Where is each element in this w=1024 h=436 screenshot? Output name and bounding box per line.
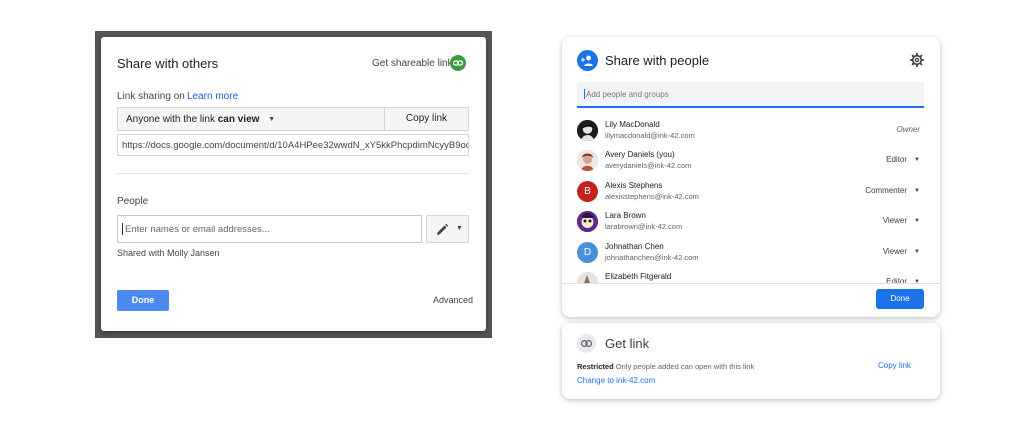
role-label: Viewer <box>882 247 908 256</box>
caret-down-icon: ▼ <box>456 225 463 232</box>
role-dropdown[interactable]: Editor ▼ <box>886 155 920 164</box>
person-row: Lily MacDonald lilymacdonald@ink-42.com … <box>562 117 940 147</box>
pencil-icon <box>437 223 449 235</box>
add-people-input[interactable]: Add people and groups <box>577 82 924 108</box>
person-email: averydaniels@ink-42.com <box>605 161 692 170</box>
role-dropdown[interactable]: Viewer ▼ <box>883 247 920 256</box>
gear-icon[interactable] <box>909 52 925 68</box>
old-share-dialog <box>101 37 486 331</box>
link-restriction-text: Restricted Only people added can open wi… <box>577 362 754 371</box>
person-name: Alexis Stephens <box>605 181 663 190</box>
person-name: Johnathan Chen <box>605 242 664 251</box>
person-row: B Alexis Stephens alexisstephens@ink-42.… <box>562 178 940 208</box>
caret-down-icon: ▼ <box>914 218 920 224</box>
add-people-placeholder: Add people and groups <box>584 89 669 99</box>
get-shareable-link-label[interactable]: Get shareable link <box>372 58 453 69</box>
person-row: D Johnathan Chen johnathanchen@ink-42.co… <box>562 239 940 269</box>
person-name: Lily MacDonald <box>605 120 660 129</box>
shared-with-text: Shared with Molly Jansen <box>117 248 220 258</box>
people-input-placeholder: Enter names or email addresses... <box>122 223 270 235</box>
person-email: lilymacdonald@ink-42.com <box>605 131 695 140</box>
role-dropdown[interactable]: Viewer ▼ <box>883 216 920 225</box>
person-row: Elizabeth Fitgerald Editor ▼ <box>562 269 940 283</box>
share-url-field[interactable]: https://docs.google.com/document/d/10A4H… <box>117 134 469 156</box>
link-access-text: Anyone with the link can view ▼ <box>126 114 275 125</box>
get-link-title: Get link <box>605 336 650 351</box>
role-dropdown[interactable]: Commenter ▼ <box>865 186 920 195</box>
permission-dropdown-button[interactable]: ▼ <box>426 215 469 243</box>
advanced-link[interactable]: Advanced <box>433 295 473 305</box>
avatar <box>577 211 598 232</box>
link-icon <box>577 334 596 353</box>
done-button[interactable]: Done <box>117 290 169 311</box>
link-access-permission: can view <box>217 114 260 125</box>
copy-link-button[interactable]: Copy link <box>385 107 469 131</box>
divider <box>117 173 469 174</box>
link-access-prefix: Anyone with the link <box>126 114 215 125</box>
copy-link-button[interactable]: Copy link <box>878 361 911 370</box>
avatar <box>577 150 598 171</box>
role-label: Editor <box>886 155 908 164</box>
link-access-dropdown[interactable]: Anyone with the link can view ▼ <box>117 107 385 131</box>
people-heading: People <box>117 196 149 207</box>
person-row: Avery Daniels (you) averydaniels@ink-42.… <box>562 147 940 177</box>
avatar-letter: D <box>583 247 592 258</box>
divider <box>562 283 940 284</box>
done-button[interactable]: Done <box>876 289 924 309</box>
avatar <box>577 120 598 141</box>
role-label: Commenter <box>865 186 908 195</box>
learn-more-link[interactable]: Learn more <box>187 91 238 102</box>
link-sharing-status: Link sharing on <box>117 91 185 102</box>
avatar: B <box>577 181 598 202</box>
person-name: Elizabeth Fitgerald <box>605 272 672 281</box>
person-email: johnathanchen@ink-42.com <box>605 253 699 262</box>
people-input[interactable]: Enter names or email addresses... <box>117 215 422 243</box>
caret-down-icon: ▼ <box>914 249 920 255</box>
share-url-text: https://docs.google.com/document/d/10A4H… <box>122 140 469 151</box>
link-icon[interactable] <box>450 55 466 71</box>
caret-down-icon: ▼ <box>914 188 920 194</box>
caret-down-icon: ▼ <box>268 116 276 123</box>
role-label: Viewer <box>882 216 908 225</box>
change-access-link[interactable]: Change to ink-42.com <box>577 376 655 385</box>
avatar: D <box>577 242 598 263</box>
dialog-title: Share with people <box>605 53 710 68</box>
avatar-letter: B <box>584 186 591 197</box>
person-email: alexisstephens@ink-42.com <box>605 192 699 201</box>
add-person-icon <box>577 50 598 71</box>
caret-down-icon: ▼ <box>914 157 920 163</box>
old-dialog-title: Share with others <box>117 56 219 71</box>
avatar <box>577 272 598 283</box>
person-row: Lara Brown larabrown@ink-42.com Viewer ▼ <box>562 208 940 238</box>
person-name: Lara Brown <box>605 211 646 220</box>
owner-label: Owner <box>896 125 920 134</box>
restricted-label: Restricted <box>577 362 614 371</box>
person-name: Avery Daniels (you) <box>605 150 675 159</box>
person-email: larabrown@ink-42.com <box>605 222 683 231</box>
restricted-description: Only people added can open with this lin… <box>615 362 755 371</box>
